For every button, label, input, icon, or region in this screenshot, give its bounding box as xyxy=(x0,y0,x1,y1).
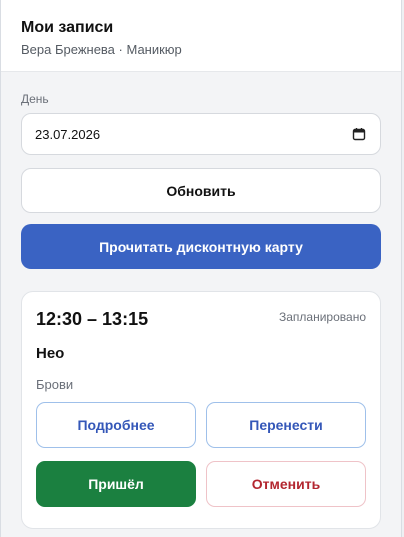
appointment-time: 12:30 – 13:15 xyxy=(36,309,149,329)
appointment-actions-row-2: Пришёл Отменить xyxy=(36,461,366,507)
details-button[interactable]: Подробнее xyxy=(36,402,196,448)
appointment-actions-row-1: Подробнее Перенести xyxy=(36,402,366,448)
cancel-button[interactable]: Отменить xyxy=(206,461,366,507)
master-subtitle: Вера Брежнева · Маникюр xyxy=(21,42,182,57)
read-discount-card-button[interactable]: Прочитать дисконтную карту xyxy=(21,224,381,269)
appointment-header: 12:30 – 13:15 Запланировано xyxy=(36,306,366,330)
appointment-client: Нео xyxy=(36,345,65,362)
app-frame: Мои записи Вера Брежнева · Маникюр День … xyxy=(0,0,402,537)
refresh-button[interactable]: Обновить xyxy=(21,168,381,213)
appointment-card: 12:30 – 13:15 Запланировано Нео Брови По… xyxy=(21,291,381,529)
appointment-status: Запланировано xyxy=(279,310,366,324)
date-value: 23.07.2026 xyxy=(35,126,101,142)
arrived-button[interactable]: Пришёл xyxy=(36,461,196,507)
calendar-icon[interactable] xyxy=(352,127,366,141)
header: Мои записи Вера Брежнева · Маникюр xyxy=(1,0,401,72)
date-field[interactable]: 23.07.2026 xyxy=(21,113,381,155)
main-content: День 23.07.2026 Обновить Прочитать диско… xyxy=(1,72,401,529)
page-title: Мои записи xyxy=(21,19,114,36)
appointment-service: Брови xyxy=(36,377,74,392)
reschedule-button[interactable]: Перенести xyxy=(206,402,366,448)
day-label: День xyxy=(21,92,49,106)
